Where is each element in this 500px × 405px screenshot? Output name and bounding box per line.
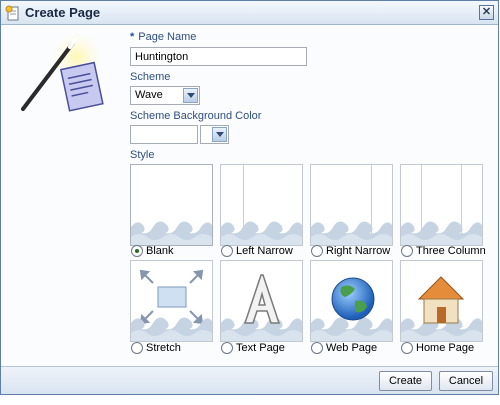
style-option-label: Home Page xyxy=(416,342,475,354)
chevron-down-icon[interactable] xyxy=(183,88,198,103)
style-label: Style xyxy=(130,149,155,161)
style-tile-blank[interactable] xyxy=(130,164,213,246)
page-name-input[interactable] xyxy=(130,47,307,66)
dialog-titlebar: Create Page ✕ xyxy=(1,1,498,25)
style-tile-left-narrow[interactable] xyxy=(220,164,303,246)
scheme-label: Scheme xyxy=(130,71,171,83)
style-tile-home-page[interactable] xyxy=(400,260,483,342)
bg-color-label: Scheme Background Color xyxy=(130,110,262,122)
style-option-label: Left Narrow xyxy=(236,245,293,257)
radio-button[interactable] xyxy=(221,342,233,354)
create-page-dialog: Create Page ✕ *Page Name Scheme Wave xyxy=(0,0,499,395)
dialog-title: Create Page xyxy=(25,5,101,20)
blank-layout-icon xyxy=(131,221,212,245)
globe-icon xyxy=(331,277,375,321)
bg-color-input[interactable] xyxy=(130,125,198,144)
style-option-label: Three Column xyxy=(416,245,486,257)
radio-button[interactable] xyxy=(401,245,413,257)
right-narrow-layout-icon xyxy=(311,221,392,245)
cancel-button[interactable]: Cancel xyxy=(439,371,493,391)
style-option-stretch[interactable]: Stretch xyxy=(131,342,181,354)
style-option-web-page[interactable]: Web Page xyxy=(311,342,377,354)
style-option-label: Web Page xyxy=(326,342,378,354)
style-tile-text-page[interactable] xyxy=(220,260,303,342)
style-option-left-narrow[interactable]: Left Narrow xyxy=(221,245,293,257)
left-narrow-layout-icon xyxy=(221,221,302,245)
required-marker: * xyxy=(130,31,135,43)
style-option-right-narrow[interactable]: Right Narrow xyxy=(311,245,390,257)
style-option-three-column[interactable]: Three Column xyxy=(401,245,486,257)
style-option-label: Blank xyxy=(146,245,174,257)
scheme-select[interactable]: Wave xyxy=(130,86,200,105)
close-button[interactable]: ✕ xyxy=(479,5,494,20)
radio-button[interactable] xyxy=(221,245,233,257)
close-icon: ✕ xyxy=(481,6,492,18)
style-tile-stretch[interactable] xyxy=(130,260,213,342)
style-option-home-page[interactable]: Home Page xyxy=(401,342,474,354)
page-name-label-text: Page Name xyxy=(138,31,197,43)
create-button[interactable]: Create xyxy=(379,371,432,391)
radio-button[interactable] xyxy=(311,342,323,354)
radio-button[interactable] xyxy=(131,342,143,354)
house-icon xyxy=(417,276,465,324)
color-picker-button[interactable] xyxy=(200,125,229,144)
chevron-down-icon[interactable] xyxy=(212,127,227,142)
three-column-layout-icon xyxy=(401,221,482,245)
style-option-label: Text Page xyxy=(236,342,285,354)
page-name-label: * Page Name xyxy=(130,31,196,43)
radio-button[interactable] xyxy=(131,245,143,257)
letter-a-icon xyxy=(243,274,281,324)
new-page-icon xyxy=(5,5,19,21)
style-option-blank[interactable]: Blank xyxy=(131,245,174,257)
wave-decoration xyxy=(131,317,212,341)
radio-button[interactable] xyxy=(401,342,413,354)
radio-button[interactable] xyxy=(311,245,323,257)
dialog-footer: Create Cancel xyxy=(1,366,498,394)
scheme-value: Wave xyxy=(135,89,163,101)
style-tile-web-page[interactable] xyxy=(310,260,393,342)
style-option-label: Stretch xyxy=(146,342,181,354)
magic-wand-icon xyxy=(21,31,104,112)
style-tile-right-narrow[interactable] xyxy=(310,164,393,246)
style-option-text-page[interactable]: Text Page xyxy=(221,342,285,354)
style-option-label: Right Narrow xyxy=(326,245,391,257)
style-tile-three-column[interactable] xyxy=(400,164,483,246)
